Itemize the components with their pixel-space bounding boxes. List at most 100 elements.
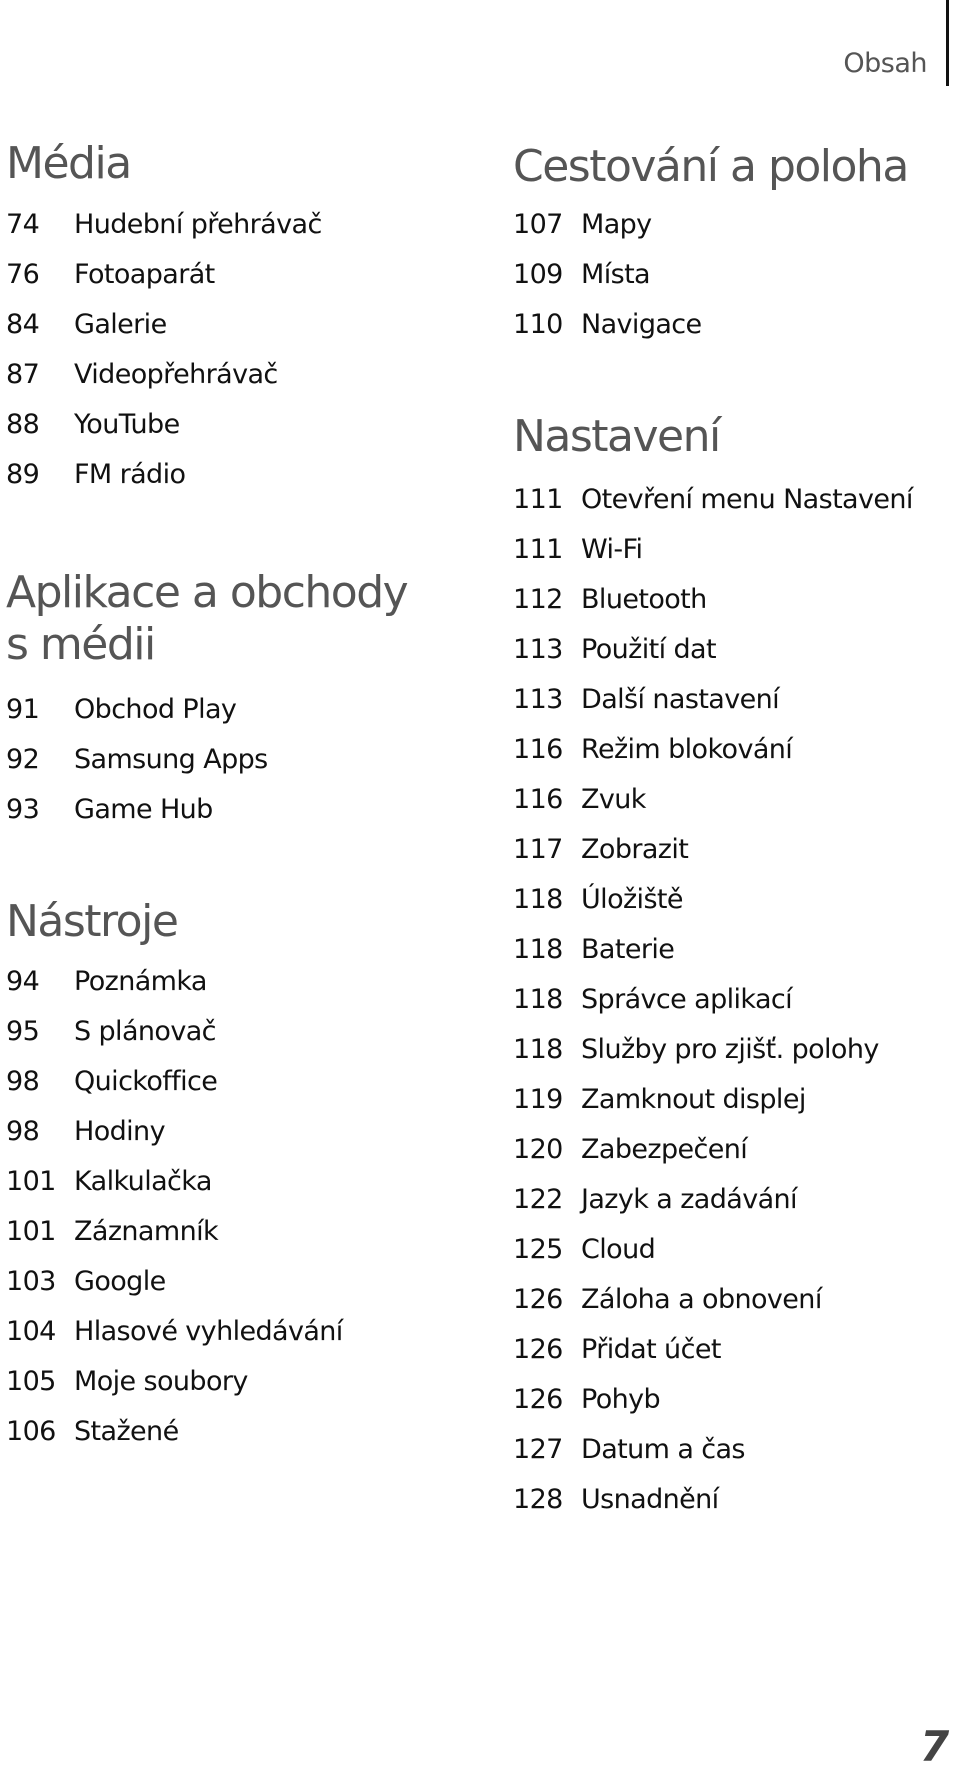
toc-page-number: 118 [513,984,563,1015]
toc-entry-label: Baterie [581,934,675,965]
toc-entry-label: Usnadnění [581,1484,719,1515]
toc-entry-label: Úložiště [581,884,684,915]
toc-entry-label: Moje soubory [74,1366,248,1397]
section-heading: Nastavení [513,411,721,462]
toc-entry-label: Bluetooth [581,584,707,615]
toc-page-number: 109 [513,259,563,290]
toc-entry[interactable]: 98 Hodiny [6,1112,166,1152]
toc-entry-label: Galerie [74,309,167,340]
toc-entry-label: S plánovač [74,1016,217,1047]
section-heading: Média [6,138,132,189]
toc-entry-label: Wi-Fi [581,534,643,565]
toc-page-number: 91 [6,694,40,725]
toc-entry[interactable]: 113 Použití dat [513,630,717,670]
toc-entry[interactable]: 118 Baterie [513,930,675,970]
toc-page-number: 101 [6,1166,56,1197]
toc-entry[interactable]: 101 Kalkulačka [6,1162,212,1202]
toc-entry[interactable]: 87 Videopřehrávač [6,355,278,395]
toc-entry[interactable]: 92 Samsung Apps [6,740,268,780]
section-heading: s médii [6,619,156,670]
toc-entry-label: Služby pro zjišť. polohy [581,1034,879,1065]
toc-entry-label: YouTube [74,409,180,440]
toc-entry[interactable]: 95 S plánovač [6,1012,217,1052]
toc-page-number: 116 [513,784,563,815]
toc-entry[interactable]: 126 Záloha a obnovení [513,1280,822,1320]
toc-page-number: 118 [513,884,563,915]
toc-page-number: 84 [6,309,40,340]
toc-entry-label: Poznámka [74,966,207,997]
toc-entry[interactable]: 101 Záznamník [6,1212,219,1252]
toc-page-number: 103 [6,1266,56,1297]
toc-entry[interactable]: 127 Datum a čas [513,1430,746,1470]
toc-page-number: 113 [513,684,563,715]
toc-entry[interactable]: 126 Přidat účet [513,1330,721,1370]
toc-page-number: 89 [6,459,40,490]
toc-page-number: 118 [513,934,563,965]
toc-entry[interactable]: 118 Správce aplikací [513,980,793,1020]
toc-page-number: 116 [513,734,563,765]
toc-entry[interactable]: 128 Usnadnění [513,1480,719,1520]
section-heading: Aplikace a obchody [6,567,409,618]
toc-entry-label: FM rádio [74,459,186,490]
toc-entry[interactable]: 94 Poznámka [6,962,207,1002]
toc-entry-label: Přidat účet [581,1334,721,1365]
toc-entry[interactable]: 104 Hlasové vyhledávání [6,1312,343,1352]
toc-page-number: 104 [6,1316,56,1347]
toc-entry-label: Google [74,1266,166,1297]
toc-entry-label: Hudební přehrávač [74,209,322,240]
toc-page-number: 93 [6,794,40,825]
toc-page-number: 122 [513,1184,563,1215]
toc-entry[interactable]: 106 Stažené [6,1412,179,1452]
toc-entry[interactable]: 126 Pohyb [513,1380,661,1420]
toc-page-number: 98 [6,1066,40,1097]
toc-entry-label: Zabezpečení [581,1134,748,1165]
toc-entry[interactable]: 116 Zvuk [513,780,646,820]
toc-entry[interactable]: 88 YouTube [6,405,180,445]
toc-entry[interactable]: 107 Mapy [513,205,652,245]
toc-entry[interactable]: 111 Wi-Fi [513,530,643,570]
toc-entry[interactable]: 84 Galerie [6,305,167,345]
toc-entry[interactable]: 76 Fotoaparát [6,255,215,295]
toc-entry[interactable]: 98 Quickoffice [6,1062,218,1102]
toc-entry[interactable]: 117 Zobrazit [513,830,689,870]
toc-entry[interactable]: 111 Otevření menu Nastavení [513,480,913,520]
toc-entry[interactable]: 109 Místa [513,255,651,295]
toc-entry[interactable]: 93 Game Hub [6,790,213,830]
toc-page-number: 125 [513,1234,563,1265]
toc-entry[interactable]: 103 Google [6,1262,166,1302]
toc-entry-label: Quickoffice [74,1066,218,1097]
toc-entry[interactable]: 122 Jazyk a zadávání [513,1180,798,1220]
toc-entry-label: Další nastavení [581,684,780,715]
toc-page-number: 127 [513,1434,563,1465]
toc-entry-label: Správce aplikací [581,984,793,1015]
toc-page-number: 94 [6,966,40,997]
toc-entry[interactable]: 118 Úložiště [513,880,684,920]
toc-entry[interactable]: 119 Zamknout displej [513,1080,806,1120]
toc-page-number: 120 [513,1134,563,1165]
toc-entry[interactable]: 74 Hudební přehrávač [6,205,322,245]
toc-entry-label: Režim blokování [581,734,793,765]
toc-page-number: 107 [513,209,563,240]
toc-page-number: 126 [513,1334,563,1365]
toc-page-number: 128 [513,1484,563,1515]
toc-entry[interactable]: 113 Další nastavení [513,680,780,720]
section-heading: Cestování a poloha [513,141,909,192]
toc-entry[interactable]: 116 Režim blokování [513,730,793,770]
toc-page-number: 101 [6,1216,56,1247]
toc-entry-label: Samsung Apps [74,744,268,775]
toc-entry[interactable]: 110 Navigace [513,305,702,345]
toc-entry[interactable]: 125 Cloud [513,1230,656,1270]
toc-entry-label: Použití dat [581,634,717,665]
toc-page-number: 87 [6,359,40,390]
toc-page-number: 112 [513,584,563,615]
toc-entry[interactable]: 118 Služby pro zjišť. polohy [513,1030,879,1070]
toc-page-number: 126 [513,1384,563,1415]
toc-entry[interactable]: 112 Bluetooth [513,580,707,620]
toc-entry[interactable]: 105 Moje soubory [6,1362,248,1402]
toc-page-number: 111 [513,534,563,565]
toc-entry[interactable]: 89 FM rádio [6,455,186,495]
toc-entry-label: Fotoaparát [74,259,215,290]
toc-entry[interactable]: 120 Zabezpečení [513,1130,748,1170]
toc-entry[interactable]: 91 Obchod Play [6,690,237,730]
toc-page-number: 88 [6,409,40,440]
